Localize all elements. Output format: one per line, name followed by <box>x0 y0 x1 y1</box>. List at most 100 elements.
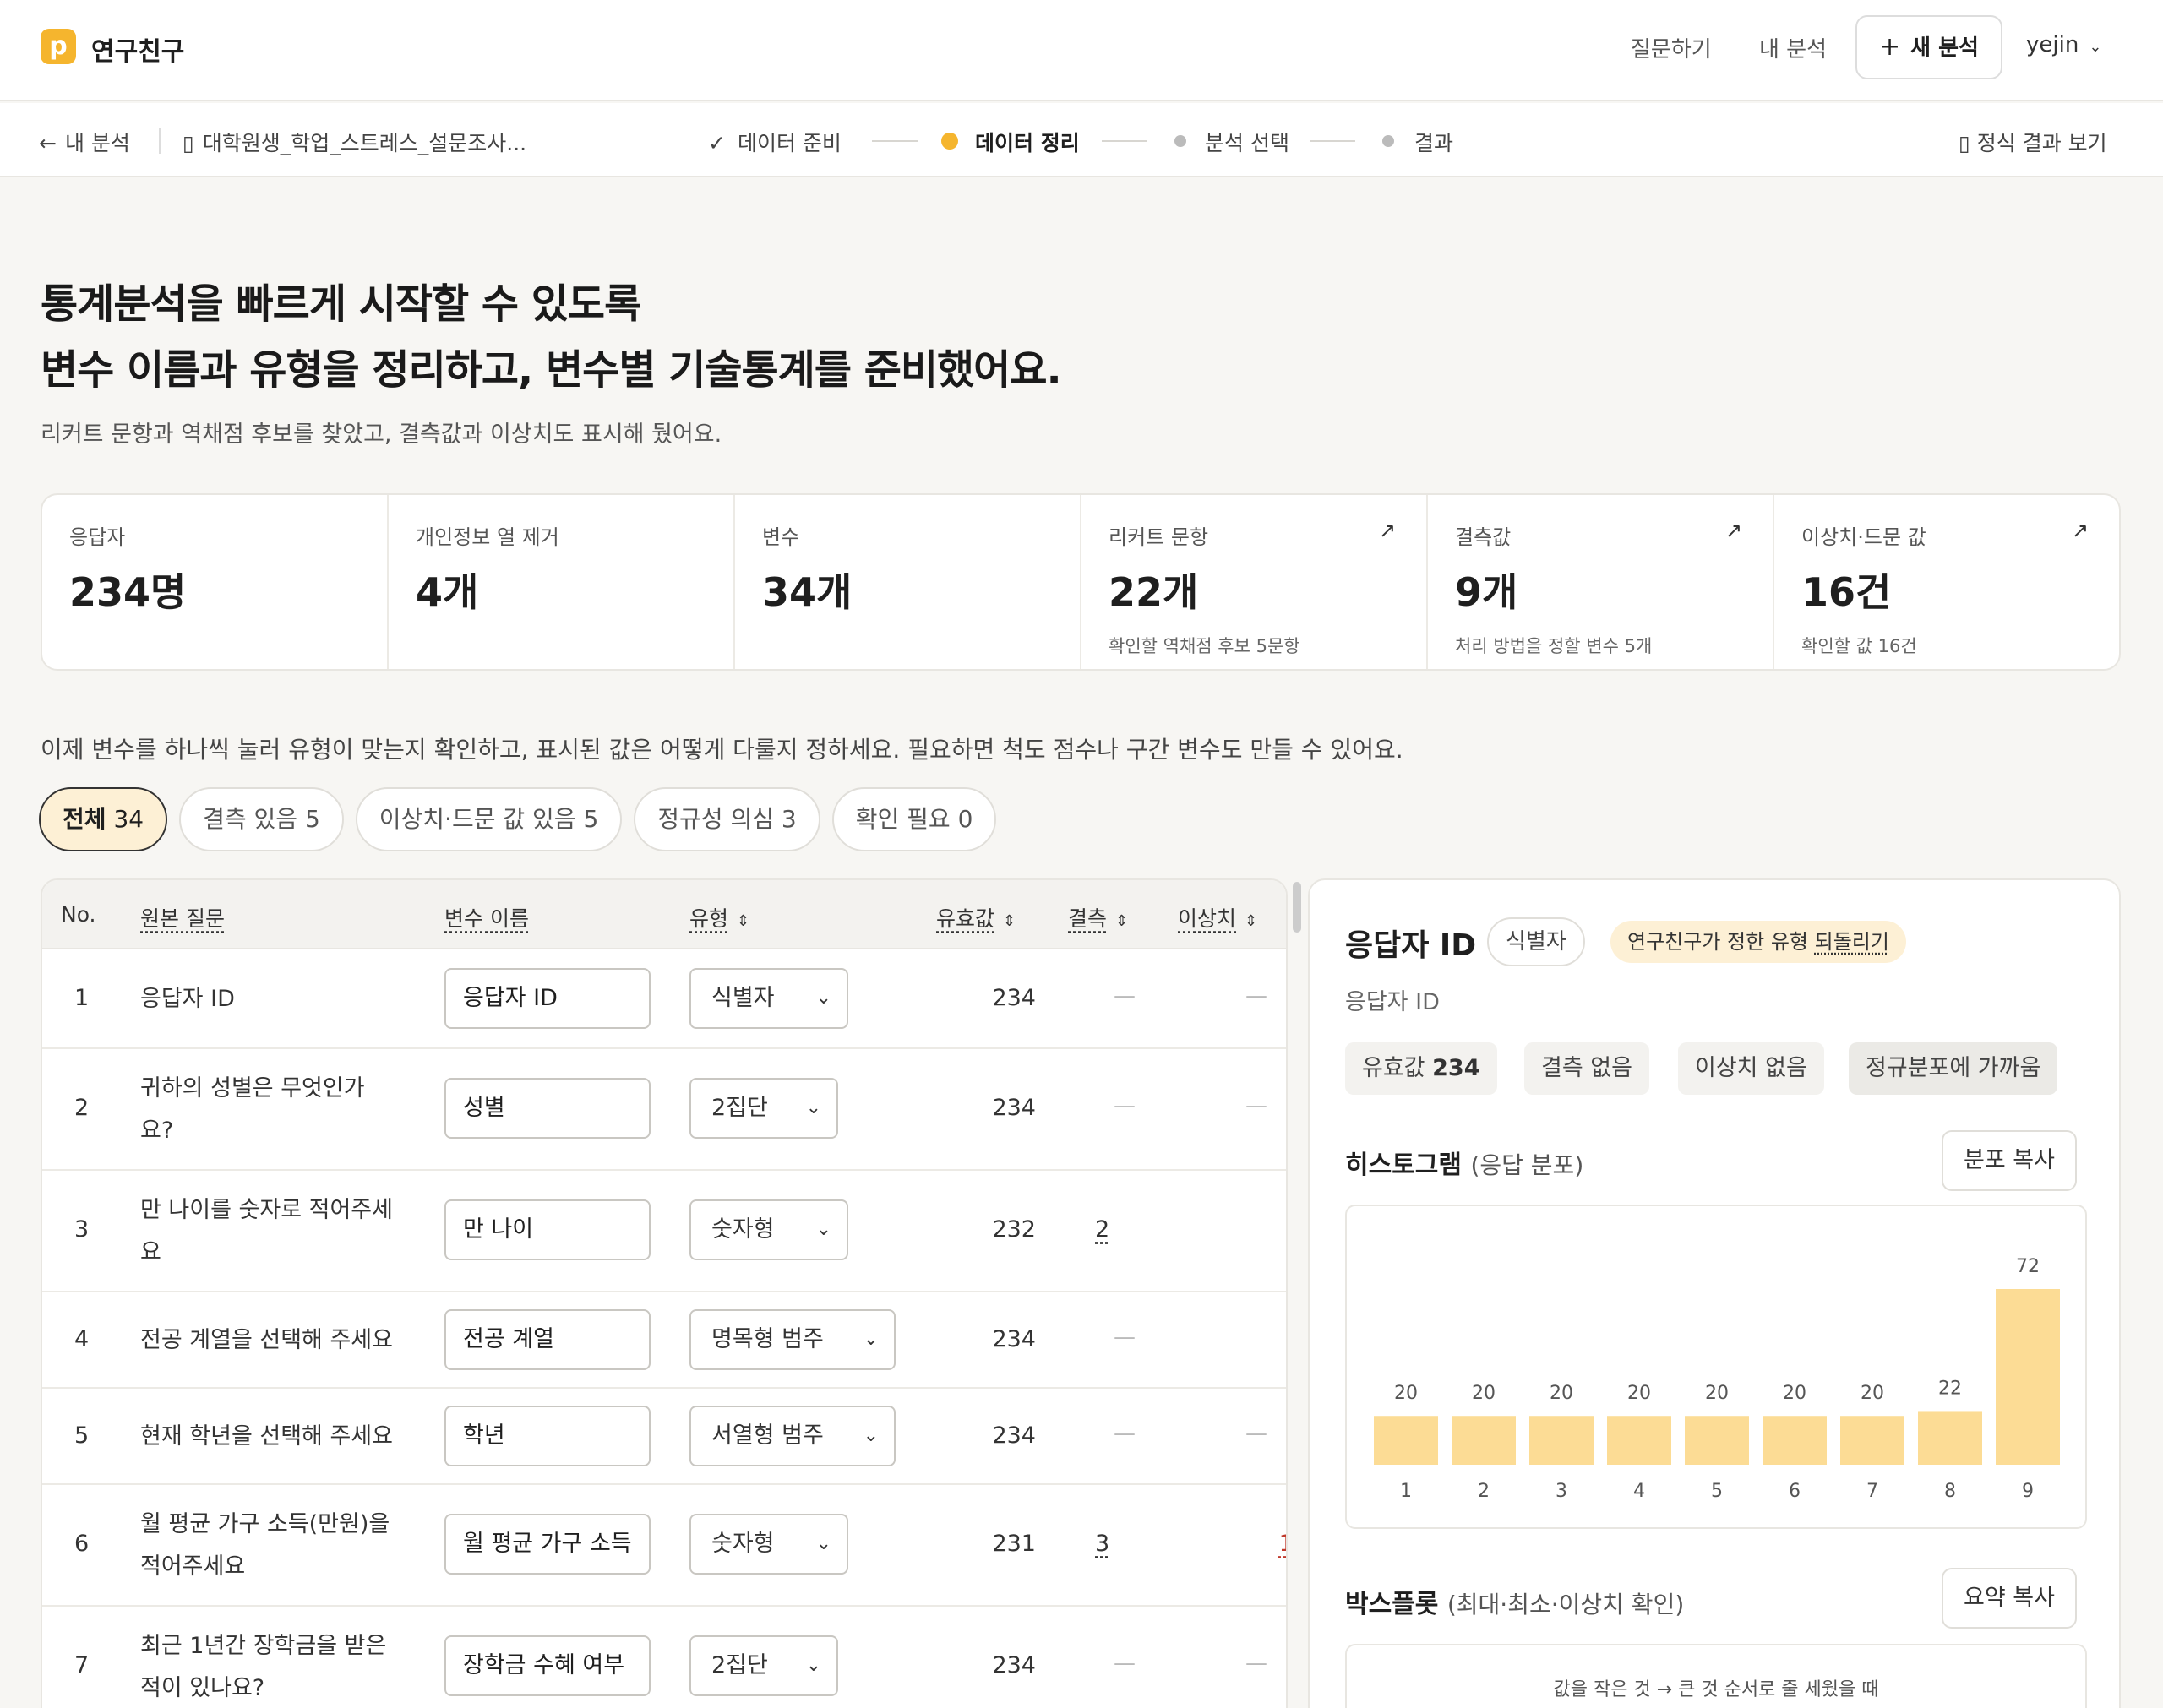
table-row[interactable]: 1 응답자 ID 응답자 ID 식별자 ⌄ 234 — — <box>42 949 1286 1049</box>
variable-name-input[interactable]: 장학금 수혜 여부 <box>444 1635 651 1696</box>
col-missing[interactable]: 결측 ⇕ <box>1068 902 1128 933</box>
table-row[interactable]: 6 월 평균 가구 소득(만원)을 적어주세요 월 평균 가구 소득 숫자형 ⌄ 2… <box>42 1485 1286 1607</box>
table-row[interactable]: 7 최근 1년간 장학금을 받은 적이 있나요? 장학금 수혜 여부 2집단 ⌄ 2… <box>42 1607 1286 1708</box>
arrow-up-right-icon[interactable]: ↗ <box>1725 519 1742 542</box>
type-select[interactable]: 서열형 범주 ⌄ <box>689 1406 896 1466</box>
histogram-bar[interactable] <box>1763 1416 1827 1465</box>
histogram-bar[interactable] <box>1374 1416 1438 1465</box>
boxplot-chart: 값을 작은 것 → 큰 것 순서로 줄 세웠을 때 <box>1345 1644 2087 1708</box>
table-row[interactable]: 4 전공 계열을 선택해 주세요 전공 계열 명목형 범주 ⌄ 234 — 1 <box>42 1292 1286 1389</box>
row-question: 귀하의 성별은 무엇인가 요? <box>140 1068 419 1152</box>
copy-summary-button[interactable]: 요약 복사 <box>1942 1568 2077 1629</box>
variable-name-input[interactable]: 전공 계열 <box>444 1309 651 1370</box>
sort-icon: ⇕ <box>1003 912 1016 930</box>
outlier-count[interactable]: 11 <box>1257 1531 1286 1557</box>
filter-needs-check[interactable]: 확인 필요 0 <box>831 787 997 851</box>
col-outlier[interactable]: 이상치 ⇕ <box>1178 902 1257 933</box>
col-question[interactable]: 원본 질문 <box>140 902 225 933</box>
step-data-clean[interactable]: 데이터 정리 <box>975 127 1080 157</box>
stat-missing[interactable]: ↗ 결측값 9개 처리 방법을 정할 변수 5개 <box>1428 495 1774 669</box>
variable-name-input[interactable]: 월 평균 가구 소득 <box>444 1514 651 1575</box>
step-data-prep[interactable]: ✓ 데이터 준비 <box>708 127 842 157</box>
variable-name-input[interactable]: 학년 <box>444 1406 651 1466</box>
revert-link[interactable]: 되돌리기 <box>1815 930 1889 954</box>
missing-none: — <box>1114 1651 1136 1676</box>
histogram-bar[interactable] <box>1918 1411 1982 1465</box>
table-row[interactable]: 3 만 나이를 숫자로 적어주세요 만 나이 숫자형 ⌄ 232 2 2 <box>42 1171 1286 1292</box>
stat-likert[interactable]: ↗ 리커트 문항 22개 확인할 역채점 후보 5문항 <box>1082 495 1428 669</box>
app-name[interactable]: 연구친구 <box>91 30 184 68</box>
outlier-none: — <box>1245 1651 1267 1676</box>
sort-icon: ⇕ <box>1245 912 1258 930</box>
chevron-down-icon: ⌄ <box>863 1329 879 1350</box>
table-scrollbar[interactable] <box>1293 882 1301 933</box>
type-select[interactable]: 2집단 ⌄ <box>689 1078 838 1139</box>
chevron-down-icon: ⌄ <box>2089 38 2102 56</box>
question-line: 적이 있나요? <box>140 1675 265 1701</box>
filter-all[interactable]: 전체 34 <box>39 787 168 851</box>
histogram-bar[interactable] <box>1840 1416 1904 1465</box>
histogram-bar[interactable] <box>1996 1289 2060 1465</box>
stat-value: 4개 <box>416 569 479 615</box>
histogram-category-label: 8 <box>1944 1481 1956 1502</box>
user-menu[interactable]: yejin ⌄ <box>2026 32 2101 57</box>
histogram-bar[interactable] <box>1607 1416 1671 1465</box>
histogram-bar[interactable] <box>1529 1416 1594 1465</box>
table-row[interactable]: 2 귀하의 성별은 무엇인가 요? 성별 2집단 ⌄ 234 — — <box>42 1049 1286 1171</box>
outlier-count[interactable]: 2 <box>1257 1216 1286 1243</box>
arrow-up-right-icon[interactable]: ↗ <box>2072 519 2089 542</box>
col-valid[interactable]: 유효값 ⇕ <box>936 902 1016 933</box>
valid-count: 234 <box>992 1652 1036 1678</box>
table-row[interactable]: 5 현재 학년을 선택해 주세요 학년 서열형 범주 ⌄ 234 — — <box>42 1389 1286 1485</box>
formal-result-label: 정식 결과 보기 <box>1976 131 2107 155</box>
variable-detail-panel: 응답자 ID 식별자 연구친구가 정한 유형 되돌리기 응답자 ID 유효값 2… <box>1308 878 2121 1708</box>
new-analysis-button[interactable]: + 새 분석 <box>1855 15 2002 79</box>
stat-label: 응답자 <box>69 525 126 549</box>
type-select[interactable]: 식별자 ⌄ <box>689 968 848 1029</box>
missing-none: — <box>1114 1421 1136 1446</box>
step-active-dot-icon <box>941 133 958 150</box>
variable-name-input[interactable]: 성별 <box>444 1078 651 1139</box>
step-result[interactable]: 결과 <box>1414 127 1453 157</box>
histogram-bar[interactable] <box>1452 1416 1516 1465</box>
file-link[interactable]: ▯ 대학원생_학업_스트레스_설문조사... <box>183 127 526 157</box>
filter-missing[interactable]: 결측 있음 5 <box>179 787 344 851</box>
nav-my-analysis-link[interactable]: 내 분석 <box>1759 32 1827 63</box>
type-value: 숫자형 <box>711 1531 775 1557</box>
back-link[interactable]: ← 내 분석 <box>39 127 130 157</box>
formal-result-link[interactable]: ▯ 정식 결과 보기 <box>1959 127 2107 157</box>
valid-pill: 유효값 234 <box>1345 1042 1497 1095</box>
back-label: 내 분석 <box>64 131 130 155</box>
variable-name-input[interactable]: 만 나이 <box>444 1199 651 1260</box>
question-line: 요? <box>140 1118 174 1144</box>
histogram-value-label: 20 <box>1705 1383 1729 1404</box>
app-logo-icon[interactable]: p <box>41 29 76 64</box>
stat-label: 변수 <box>762 525 800 549</box>
histogram-category-label: 2 <box>1478 1481 1490 1502</box>
type-select[interactable]: 숫자형 ⌄ <box>689 1199 848 1260</box>
missing-count[interactable]: 3 <box>1095 1531 1109 1557</box>
histogram-bar[interactable] <box>1685 1416 1749 1465</box>
type-select[interactable]: 2집단 ⌄ <box>689 1635 838 1696</box>
type-select[interactable]: 숫자형 ⌄ <box>689 1514 848 1575</box>
variable-name-input[interactable]: 응답자 ID <box>444 968 651 1029</box>
stat-value: 234명 <box>69 569 187 615</box>
row-no: 5 <box>74 1422 90 1449</box>
outlier-count[interactable]: 1 <box>1257 1326 1286 1352</box>
type-value: 숫자형 <box>711 1216 775 1243</box>
col-type[interactable]: 유형 ⇕ <box>689 902 749 933</box>
nav-ask-link[interactable]: 질문하기 <box>1631 32 1712 63</box>
step-analysis-select[interactable]: 분석 선택 <box>1205 127 1289 157</box>
type-badge: 식별자 <box>1487 917 1585 966</box>
document-icon: ▯ <box>1959 131 1970 155</box>
stat-outliers[interactable]: ↗ 이상치·드문 값 16건 확인할 값 16건 <box>1774 495 2119 669</box>
filter-outliers[interactable]: 이상치·드문 값 있음 5 <box>355 787 623 851</box>
filter-normality[interactable]: 정규성 의심 3 <box>634 787 820 851</box>
col-name[interactable]: 변수 이름 <box>444 902 529 933</box>
arrow-up-right-icon[interactable]: ↗ <box>1379 519 1396 542</box>
histogram-value-label: 20 <box>1550 1383 1573 1404</box>
missing-none: — <box>1114 1325 1136 1350</box>
type-select[interactable]: 명목형 범주 ⌄ <box>689 1309 896 1370</box>
copy-distribution-button[interactable]: 분포 복사 <box>1942 1130 2077 1191</box>
missing-count[interactable]: 2 <box>1095 1216 1109 1243</box>
